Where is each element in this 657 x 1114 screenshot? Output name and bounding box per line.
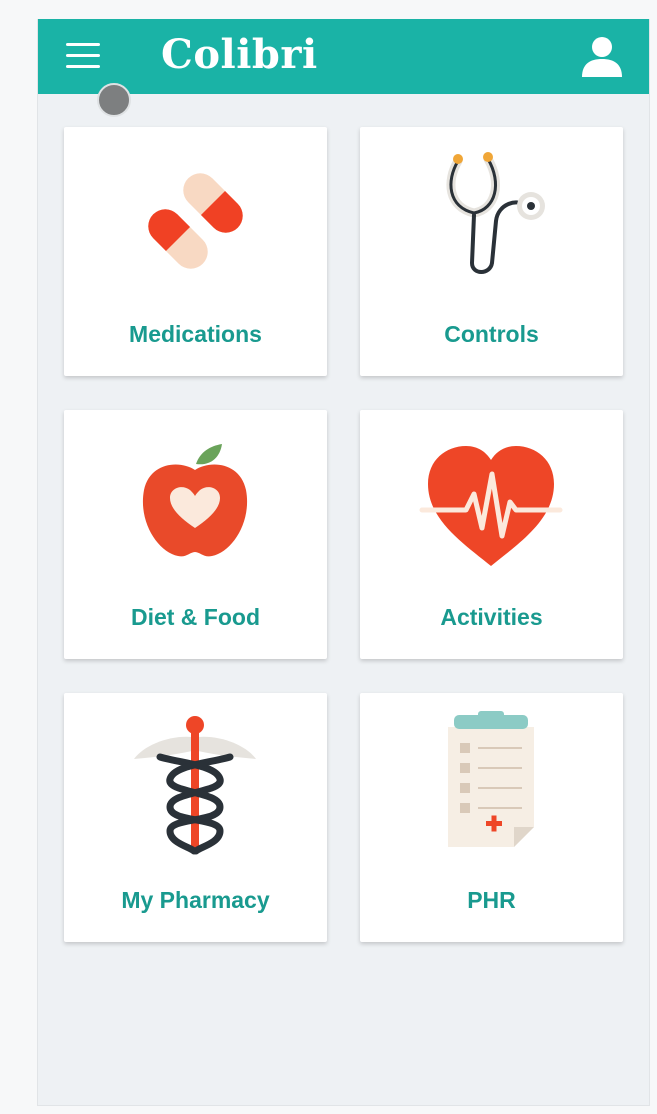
- tile-label: Medications: [129, 321, 262, 347]
- profile-button[interactable]: [580, 36, 624, 78]
- app-header: Colibri: [38, 19, 649, 94]
- pills-icon: [148, 173, 243, 269]
- clipboard-icon: [448, 711, 534, 847]
- hamburger-menu-icon: [66, 43, 100, 46]
- app-screen: Colibri Medications Controls Diet & Food…: [37, 19, 650, 1106]
- tile-activities[interactable]: Activities: [360, 410, 623, 659]
- tile-my-pharmacy[interactable]: My Pharmacy: [64, 693, 327, 942]
- apple-heart-icon: [142, 444, 248, 557]
- caduceus-icon: [134, 716, 256, 855]
- user-profile-icon: [582, 37, 622, 77]
- tile-phr[interactable]: PHR: [360, 693, 623, 942]
- heartbeat-icon: [419, 446, 563, 566]
- tile-label: PHR: [467, 887, 516, 913]
- menu-button[interactable]: [66, 43, 100, 69]
- tile-label: Diet & Food: [130, 604, 261, 630]
- tile-label: My Pharmacy: [121, 887, 270, 913]
- app-title: Colibri: [161, 31, 318, 78]
- tile-medications[interactable]: Medications: [64, 127, 327, 376]
- tile-diet-food[interactable]: Diet & Food: [64, 410, 327, 659]
- touch-indicator: [97, 83, 131, 117]
- tile-label: Controls: [444, 321, 539, 347]
- tile-controls[interactable]: Controls: [360, 127, 623, 376]
- tile-label: Activities: [440, 604, 543, 630]
- stethoscope-icon: [446, 152, 545, 274]
